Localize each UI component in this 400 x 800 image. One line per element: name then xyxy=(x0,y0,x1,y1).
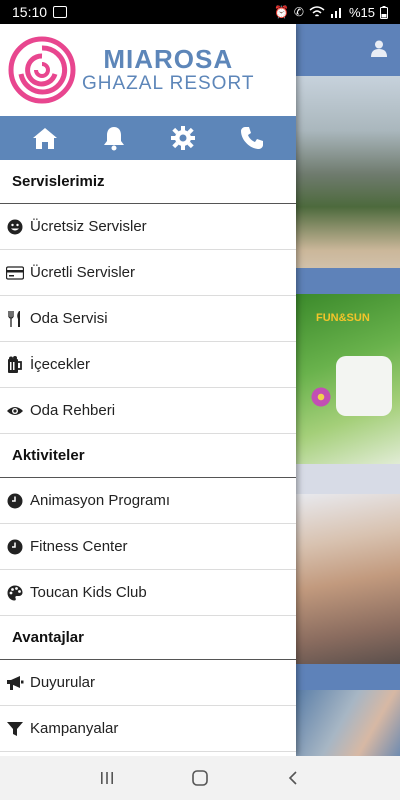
card-logo-text: FUN&SUN xyxy=(316,312,370,324)
alarm-icon: ⏰ xyxy=(273,5,289,19)
menu-item-icecekler[interactable]: İçecekler xyxy=(0,342,296,388)
status-bar: 15:10 ⏰ ✆ %15 xyxy=(0,0,400,24)
profile-icon[interactable] xyxy=(370,39,388,57)
menu-item-label: Oda Servisi xyxy=(30,310,108,327)
menu-item-oda-rehberi[interactable]: Oda Rehberi xyxy=(0,388,296,434)
phone-icon[interactable] xyxy=(237,123,267,153)
status-right: ⏰ ✆ %15 xyxy=(274,5,388,20)
card-caption-strip xyxy=(296,268,400,294)
drawer-icon-bar xyxy=(0,116,296,160)
smiley-icon xyxy=(6,218,24,236)
menu-item-toucan-kids-club[interactable]: Toucan Kids Club xyxy=(0,570,296,616)
signal-icon xyxy=(330,8,341,18)
clock-icon xyxy=(6,538,24,556)
recent-apps-icon[interactable] xyxy=(92,763,122,793)
battery-percent: %15 xyxy=(348,4,375,20)
resort-photo-card[interactable] xyxy=(296,76,400,294)
miarosa-logo-icon xyxy=(8,36,76,104)
bell-icon[interactable] xyxy=(99,123,129,153)
status-left: 15:10 xyxy=(12,4,68,20)
menu-item-label: Kampanyalar xyxy=(30,720,119,737)
menu-item-duyurular[interactable]: Duyurular xyxy=(0,660,296,706)
menu-item-label: Ücretli Servisler xyxy=(30,264,136,281)
menu-item-label: İçecekler xyxy=(30,356,91,373)
back-icon[interactable] xyxy=(278,763,308,793)
gallery-notification-icon xyxy=(53,6,68,18)
menu-item-label: Oda Rehberi xyxy=(30,402,116,419)
fun-sun-photo-card[interactable]: FUN&SUN xyxy=(296,294,400,464)
section-header-servislerimiz: Servislerimiz xyxy=(0,160,296,204)
section-header-aktiviteler: Aktiviteler xyxy=(0,434,296,478)
logo-title: MIAROSA xyxy=(103,44,234,74)
menu-item-label: Fitness Center xyxy=(30,538,128,555)
battery-icon xyxy=(380,5,388,19)
wifi-icon xyxy=(309,6,325,17)
fitness-photo-card[interactable] xyxy=(296,494,400,690)
app-screen: 15:10 ⏰ ✆ %15 FUN&SUN MIAROSA GHAZAL RES… xyxy=(0,0,400,800)
navigation-drawer: MIAROSA GHAZAL RESORT Servislerimiz Ücre… xyxy=(0,24,296,756)
flower-image xyxy=(310,386,332,408)
colorful-photo-card[interactable] xyxy=(296,690,400,756)
system-navigation-bar xyxy=(0,756,400,800)
credit-card-icon xyxy=(6,264,24,282)
menu-item-oda-servisi[interactable]: Oda Servisi xyxy=(0,296,296,342)
clock-icon xyxy=(6,492,24,510)
menu-item-kampanyalar[interactable]: Kampanyalar xyxy=(0,706,296,752)
gear-icon[interactable] xyxy=(168,123,198,153)
palette-icon xyxy=(6,584,24,602)
menu-item-animasyon-programi[interactable]: Animasyon Programı xyxy=(0,478,296,524)
home-icon[interactable] xyxy=(30,123,60,153)
logo-text: MIAROSA GHAZAL RESORT xyxy=(82,45,254,95)
filter-icon xyxy=(6,720,24,738)
logo-area: MIAROSA GHAZAL RESORT xyxy=(0,24,296,116)
menu-item-label: Ücretsiz Servisler xyxy=(30,218,147,235)
megaphone-icon xyxy=(6,674,24,692)
menu-item-ucretsiz-servisler[interactable]: Ücretsiz Servisler xyxy=(0,204,296,250)
card-caption-strip xyxy=(296,664,400,690)
home-button-icon[interactable] xyxy=(185,763,215,793)
cutlery-icon xyxy=(6,310,24,328)
eye-icon xyxy=(6,402,24,420)
menu-item-label: Duyurular xyxy=(30,674,96,691)
towel-image xyxy=(336,356,392,416)
menu-item-fitness-center[interactable]: Fitness Center xyxy=(0,524,296,570)
menu-item-label: Animasyon Programı xyxy=(30,492,171,509)
wifi-call-icon: ✆ xyxy=(293,5,304,19)
menu-item-ucretli-servisler[interactable]: Ücretli Servisler xyxy=(0,250,296,296)
menu-item-label: Toucan Kids Club xyxy=(30,584,147,601)
section-header-avantajlar: Avantajlar xyxy=(0,616,296,660)
beer-mug-icon xyxy=(6,355,24,374)
logo-subtitle: GHAZAL RESORT xyxy=(82,73,255,94)
status-time: 15:10 xyxy=(12,4,48,20)
